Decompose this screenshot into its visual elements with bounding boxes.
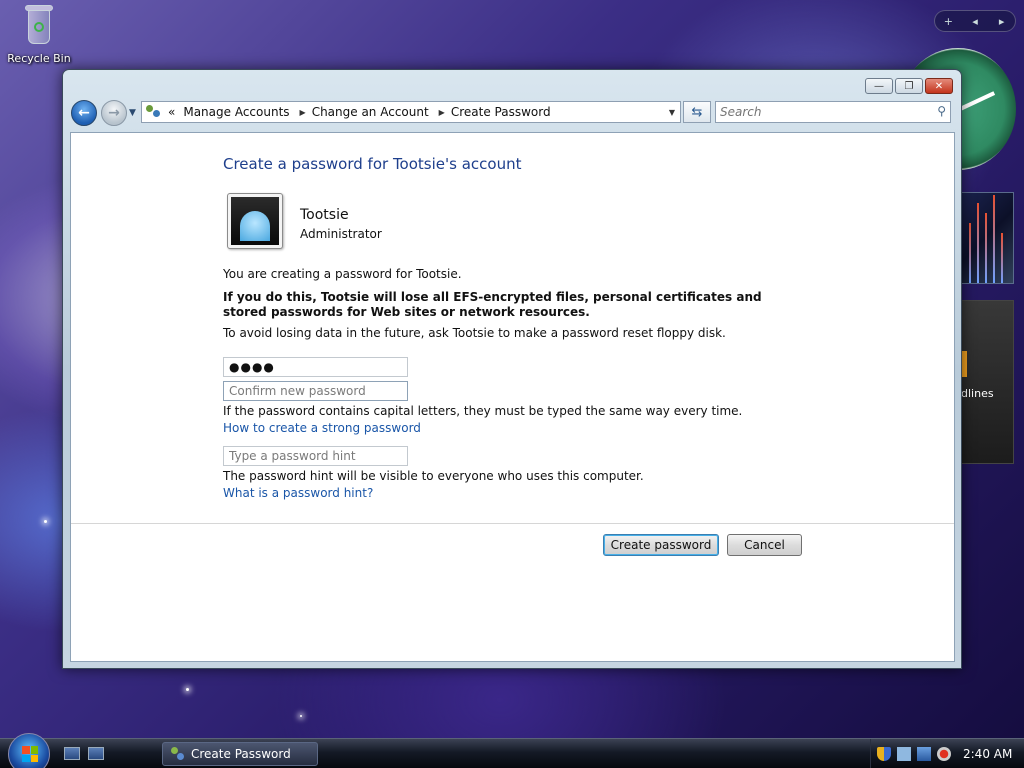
user-role: Administrator xyxy=(300,227,382,241)
page-title: Create a password for Tootsie's account xyxy=(223,155,522,173)
security-shield-icon[interactable] xyxy=(877,747,891,761)
slideshow-gadget[interactable] xyxy=(958,192,1014,284)
back-button[interactable]: ← xyxy=(71,100,97,126)
password-hint-field[interactable] xyxy=(223,446,408,466)
close-button[interactable]: ✕ xyxy=(925,78,953,94)
breadcrumb-change-account[interactable]: Change an Account xyxy=(310,105,435,119)
sidebar-controls: + ◂ ▸ xyxy=(934,10,1016,32)
address-bar[interactable]: « Manage Accounts ▶ Change an Account ▶ … xyxy=(141,101,681,123)
caption-buttons: — ❐ ✕ xyxy=(865,78,953,94)
user-accounts-icon xyxy=(146,105,162,119)
hint-visibility-note: The password hint will be visible to eve… xyxy=(223,469,644,483)
user-avatar xyxy=(227,193,283,249)
breadcrumb-overflow[interactable]: « xyxy=(166,105,181,119)
add-gadget-button[interactable]: + xyxy=(935,15,962,28)
refresh-button[interactable]: ⇆ xyxy=(683,101,711,123)
sidebar-prev-button[interactable]: ◂ xyxy=(962,15,989,28)
user-name: Tootsie xyxy=(300,207,349,223)
breadcrumb-manage-accounts[interactable]: Manage Accounts xyxy=(181,105,295,119)
navigation-bar: ← → ▼ « Manage Accounts ▶ Change an Acco… xyxy=(71,100,953,126)
system-tray: 2:40 AM xyxy=(870,739,1024,768)
user-accounts-icon xyxy=(171,747,185,761)
star xyxy=(44,520,47,523)
capital-letters-note: If the password contains capital letters… xyxy=(223,404,743,418)
warning-text: If you do this, Tootsie will lose all EF… xyxy=(223,290,762,319)
search-icon[interactable]: ⚲ xyxy=(937,104,946,118)
new-password-field[interactable] xyxy=(223,357,408,377)
cancel-button[interactable]: Cancel xyxy=(727,534,802,556)
maximize-button[interactable]: ❐ xyxy=(895,78,923,94)
strong-password-link[interactable]: How to create a strong password xyxy=(223,421,421,435)
password-hint-help-link[interactable]: What is a password hint? xyxy=(223,486,373,500)
start-button[interactable] xyxy=(8,733,50,768)
intro-text: You are creating a password for Tootsie. xyxy=(223,267,462,281)
breadcrumb-create-password[interactable]: Create Password xyxy=(449,105,557,119)
taskbar-button-create-password[interactable]: Create Password xyxy=(162,742,318,766)
feed-headlines-gadget[interactable]: dlines xyxy=(958,300,1014,464)
show-desktop-icon[interactable] xyxy=(64,747,80,760)
star xyxy=(186,688,189,691)
forward-button[interactable]: → xyxy=(101,100,127,126)
minimize-button[interactable]: — xyxy=(865,78,893,94)
volume-muted-icon[interactable] xyxy=(937,747,951,761)
network-icon[interactable] xyxy=(917,747,931,761)
search-box: ⚲ xyxy=(715,101,951,123)
clock-time[interactable]: 2:40 AM xyxy=(963,747,1012,761)
recycle-bin-desktop-icon[interactable]: Recycle Bin xyxy=(6,2,72,65)
breadcrumb-separator-icon[interactable]: ▶ xyxy=(435,108,449,117)
switch-windows-icon[interactable] xyxy=(88,747,104,760)
advice-text: To avoid losing data in the future, ask … xyxy=(223,326,726,340)
recycle-bin-icon xyxy=(24,2,54,44)
star xyxy=(300,715,302,717)
recycle-bin-label: Recycle Bin xyxy=(7,52,71,65)
search-input[interactable] xyxy=(716,102,916,122)
taskbar: Create Password 2:40 AM xyxy=(0,733,1024,768)
confirm-password-field[interactable] xyxy=(223,381,408,401)
recent-pages-dropdown[interactable]: ▼ xyxy=(129,108,141,118)
windows-logo-icon xyxy=(22,746,38,762)
address-dropdown-icon[interactable]: ▼ xyxy=(664,108,680,117)
create-password-button[interactable]: Create password xyxy=(603,534,719,556)
windows-update-icon[interactable] xyxy=(897,747,911,761)
feed-headlines-label: dlines xyxy=(961,387,994,400)
breadcrumb-separator-icon[interactable]: ▶ xyxy=(296,108,310,117)
content-pane: Create a password for Tootsie's account … xyxy=(70,132,955,662)
divider xyxy=(71,523,954,524)
taskbar-button-label: Create Password xyxy=(191,747,291,761)
sidebar-next-button[interactable]: ▸ xyxy=(988,15,1015,28)
create-password-window: — ❐ ✕ ← → ▼ « Manage Accounts ▶ Change a… xyxy=(62,69,962,669)
